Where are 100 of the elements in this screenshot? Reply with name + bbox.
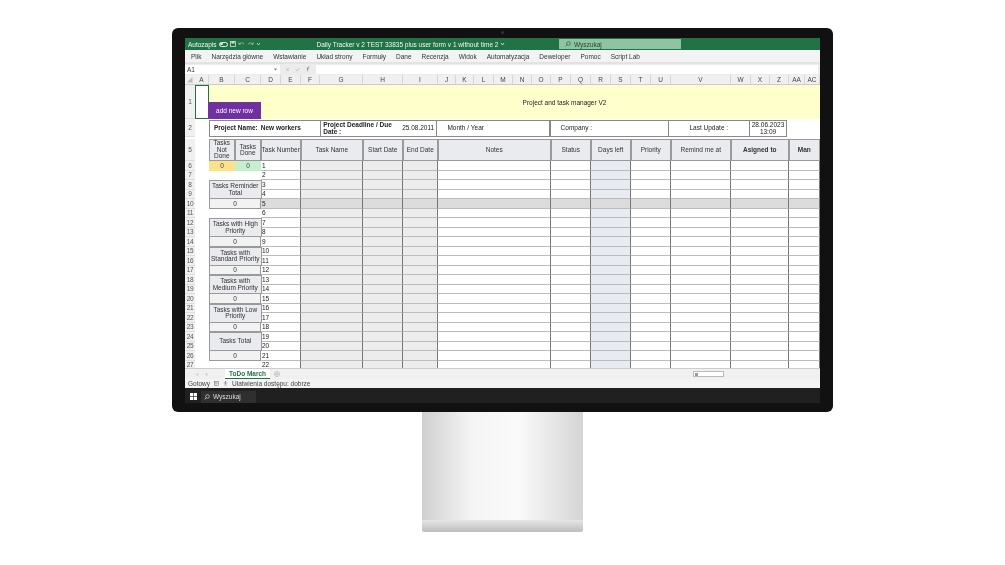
table-cell[interactable] [438,294,551,304]
table-cell[interactable] [789,341,820,351]
table-cell[interactable] [789,275,820,285]
table-cell[interactable] [301,161,363,171]
table-cell[interactable] [363,170,403,180]
table-cell[interactable] [731,237,789,247]
table-cell[interactable] [631,227,671,237]
table-cell[interactable] [403,246,438,256]
table-cell[interactable] [631,341,671,351]
table-cell[interactable] [403,199,438,209]
table-cell[interactable] [671,170,731,180]
table-cell[interactable] [363,275,403,285]
table-cell[interactable] [731,161,789,171]
table-cell[interactable] [438,237,551,247]
table-cell[interactable] [671,199,731,209]
table-cell[interactable] [363,322,403,332]
table-cell[interactable] [671,246,731,256]
table-cell[interactable] [301,227,363,237]
table-cell[interactable] [631,313,671,323]
cancel-icon[interactable] [285,66,290,72]
table-cell[interactable] [789,199,820,209]
table-cell[interactable] [631,170,671,180]
table-cell[interactable] [301,180,363,190]
table-cell[interactable] [403,208,438,218]
table-cell[interactable] [438,351,551,361]
redo-icon[interactable] [246,41,254,47]
table-cell[interactable] [301,199,363,209]
table-cell[interactable] [671,227,731,237]
table-cell[interactable] [363,208,403,218]
table-cell[interactable] [631,294,671,304]
previous-sheet-icon[interactable] [195,371,200,377]
table-cell[interactable] [631,256,671,266]
table-cell[interactable] [731,218,789,228]
save-icon[interactable] [229,41,236,47]
table-cell[interactable] [789,237,820,247]
table-cell[interactable] [789,161,820,171]
table-cell[interactable] [631,180,671,190]
table-cell[interactable] [301,313,363,323]
table-cell[interactable] [438,265,551,275]
table-cell[interactable] [438,246,551,256]
table-cell[interactable] [363,284,403,294]
table-cell[interactable] [301,322,363,332]
table-cell[interactable] [731,351,789,361]
table-cell[interactable] [789,180,820,190]
table-cell[interactable] [551,199,591,209]
table-cell[interactable] [671,303,731,313]
caret-icon[interactable] [255,41,261,47]
table-cell[interactable] [631,246,671,256]
table-cell[interactable] [591,227,631,237]
table-cell[interactable] [363,218,403,228]
table-cell[interactable] [671,351,731,361]
table-cell[interactable] [631,161,671,171]
table-cell[interactable] [403,227,438,237]
table-cell[interactable] [731,208,789,218]
accessibility-icon[interactable] [223,381,229,386]
table-cell[interactable] [789,284,820,294]
table-cell[interactable] [438,208,551,218]
table-cell[interactable] [591,199,631,209]
table-cell[interactable] [731,284,789,294]
table-cell[interactable] [403,332,438,342]
table-cell[interactable] [363,294,403,304]
horizontal-scrollbar[interactable] [693,371,725,377]
table-cell[interactable] [731,180,789,190]
table-cell[interactable] [671,180,731,190]
table-cell[interactable] [671,341,731,351]
table-cell[interactable] [438,275,551,285]
table-cell[interactable] [731,313,789,323]
table-cell[interactable] [403,341,438,351]
table-cell[interactable] [671,322,731,332]
table-cell[interactable] [363,360,403,368]
table-cell[interactable] [631,351,671,361]
table-cell[interactable] [789,256,820,266]
table-cell[interactable] [363,303,403,313]
table-cell[interactable] [631,237,671,247]
table-cell[interactable] [438,284,551,294]
table-cell[interactable] [301,208,363,218]
table-cell[interactable] [789,322,820,332]
table-cell[interactable] [403,303,438,313]
table-cell[interactable] [301,351,363,361]
table-cell[interactable] [671,208,731,218]
table-cell[interactable] [301,332,363,342]
table-cell[interactable] [438,313,551,323]
table-cell[interactable] [591,303,631,313]
table-cell[interactable] [671,237,731,247]
table-cell[interactable] [363,256,403,266]
caret-icon[interactable] [273,66,278,72]
table-cell[interactable] [591,360,631,368]
table-cell[interactable] [403,265,438,275]
table-cell[interactable] [301,265,363,275]
function-icon[interactable] [305,66,311,72]
table-cell[interactable] [363,332,403,342]
selected-cell[interactable] [195,85,209,119]
table-cell[interactable] [363,189,403,199]
table-cell[interactable] [631,284,671,294]
table-cell[interactable] [403,313,438,323]
table-cell[interactable] [438,256,551,266]
table-cell[interactable] [438,180,551,190]
caret-icon[interactable] [500,41,506,47]
table-cell[interactable] [403,360,438,368]
table-cell[interactable] [301,246,363,256]
